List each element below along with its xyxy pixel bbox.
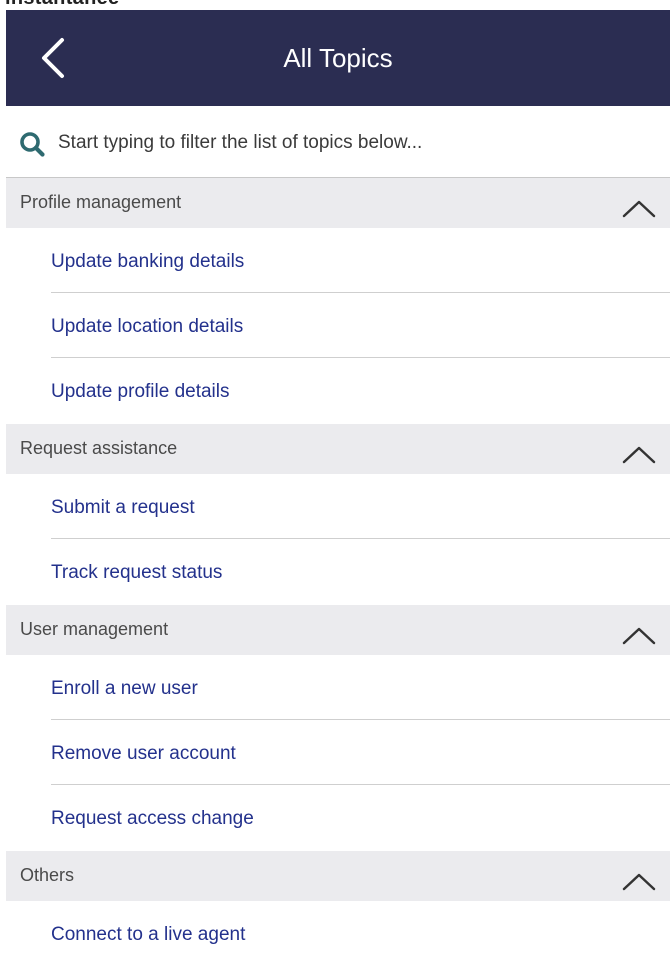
topic-label: Request access change — [51, 808, 254, 829]
chevron-up-icon — [622, 873, 656, 891]
topics-list: Profile management Update banking detail… — [6, 178, 670, 965]
chevron-up-icon — [622, 200, 656, 218]
section-header-request-assistance[interactable]: Request assistance — [6, 424, 670, 474]
search-icon — [20, 132, 45, 157]
page-title: All Topics — [283, 43, 393, 73]
topic-item-track-request-status[interactable]: Track request status — [51, 539, 670, 605]
chevron-up-icon — [622, 446, 656, 464]
search-bar — [6, 106, 670, 178]
section-title: Others — [20, 865, 75, 885]
topic-item-remove-user-account[interactable]: Remove user account — [51, 720, 670, 785]
chevron-up-icon — [622, 627, 656, 645]
search-input[interactable] — [58, 126, 658, 160]
section-header-profile-management[interactable]: Profile management — [6, 178, 670, 228]
topic-item-update-banking-details[interactable]: Update banking details — [51, 228, 670, 293]
topic-label: Connect to a live agent — [51, 924, 246, 945]
section-title: User management — [20, 619, 169, 639]
topic-label: Enroll a new user — [51, 678, 198, 699]
clipped-page-heading: instantanée — [5, 0, 119, 8]
topic-label: Track request status — [51, 562, 223, 583]
topic-item-update-location-details[interactable]: Update location details — [51, 293, 670, 358]
app-header: All Topics — [6, 10, 670, 106]
section-header-others[interactable]: Others — [6, 851, 670, 901]
topic-item-submit-a-request[interactable]: Submit a request — [51, 474, 670, 539]
topic-label: Update banking details — [51, 251, 245, 272]
section-title: Profile management — [20, 192, 182, 212]
topic-item-update-profile-details[interactable]: Update profile details — [51, 358, 670, 424]
section-title: Request assistance — [20, 438, 178, 458]
topic-item-connect-to-a-live-agent[interactable]: Connect to a live agent — [51, 901, 670, 965]
topic-label: Update location details — [51, 316, 244, 337]
topic-item-request-access-change[interactable]: Request access change — [51, 785, 670, 851]
topic-label: Submit a request — [51, 497, 195, 518]
topic-label: Remove user account — [51, 743, 236, 764]
section-header-user-management[interactable]: User management — [6, 605, 670, 655]
topic-label: Update profile details — [51, 381, 230, 402]
topic-item-enroll-a-new-user[interactable]: Enroll a new user — [51, 655, 670, 720]
